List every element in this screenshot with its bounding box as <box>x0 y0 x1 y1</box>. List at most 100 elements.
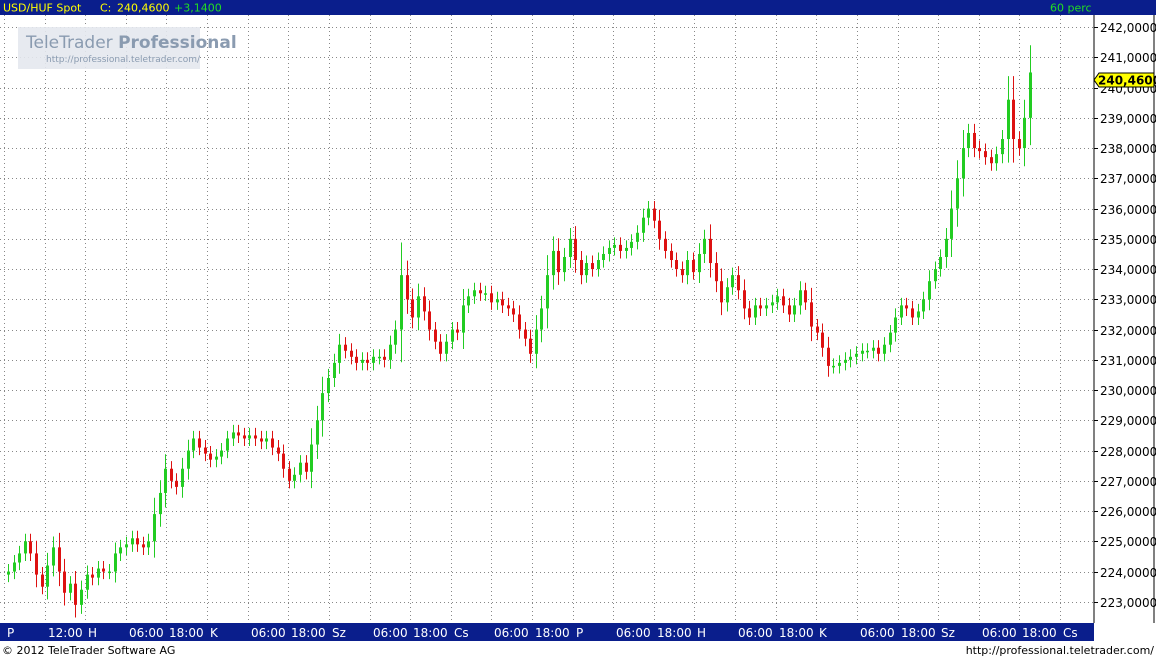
candle-body <box>299 462 302 475</box>
candle-body <box>1012 99 1015 140</box>
candle-body <box>265 438 268 442</box>
candle-body <box>827 347 830 366</box>
candle-body <box>804 290 807 303</box>
candle-body <box>125 544 128 548</box>
candle-body <box>686 260 689 276</box>
y-tick-label: 229,0000 <box>1100 414 1156 428</box>
candle-body <box>922 299 925 312</box>
x-tick-label: 12:00 <box>48 626 83 640</box>
candle-body <box>411 299 414 318</box>
candle-body <box>905 305 908 309</box>
x-tick-label: H <box>88 626 97 640</box>
candle-body <box>293 474 296 481</box>
candle-body <box>737 275 740 291</box>
candle-body <box>754 305 757 318</box>
candle-body <box>540 308 543 330</box>
candle-body <box>467 296 470 306</box>
candle-body <box>990 157 993 164</box>
y-tick-label: 234,0000 <box>1100 263 1156 277</box>
candle-body <box>945 238 948 257</box>
candle-body <box>501 299 504 306</box>
y-axis-area <box>1094 15 1156 623</box>
candle-body <box>518 314 521 330</box>
candle-body <box>24 541 27 554</box>
candle-body <box>726 287 729 303</box>
candle-body <box>484 293 487 295</box>
candle-body <box>18 553 21 563</box>
y-tick-label: 242,0000 <box>1100 21 1156 35</box>
candle-body <box>748 308 751 318</box>
candle-body <box>496 299 499 303</box>
candle-body <box>821 332 824 348</box>
candle-body <box>479 290 482 294</box>
candle-body <box>108 571 111 574</box>
candle-body <box>642 217 645 233</box>
candle-body <box>1007 99 1010 140</box>
candle-body <box>97 568 100 578</box>
candle-body <box>647 208 650 218</box>
y-tick-label: 226,0000 <box>1100 505 1156 519</box>
candle-body <box>973 132 976 149</box>
candle-body <box>788 305 791 315</box>
candle-body <box>793 305 796 315</box>
candle-body <box>220 450 223 457</box>
x-tick-label: 18:00 <box>779 626 814 640</box>
candle-body <box>305 462 308 472</box>
candle-body <box>41 574 44 587</box>
candle-body <box>333 362 336 378</box>
x-tick-label: 06:00 <box>616 626 651 640</box>
candle-body <box>153 514 156 542</box>
x-tick-label: Sz <box>332 626 346 640</box>
candle-body <box>900 305 903 318</box>
candle-body <box>524 329 527 339</box>
y-tick-label: 228,0000 <box>1100 445 1156 459</box>
interval-label: 60 perc <box>1050 2 1092 15</box>
y-tick-label: 233,0000 <box>1100 293 1156 307</box>
candle-body <box>198 438 201 448</box>
candle-body <box>288 468 291 481</box>
candle-body <box>58 547 61 572</box>
watermark-url: http://professional.teletrader.com/ <box>46 55 201 65</box>
candle-body <box>136 538 139 545</box>
y-tick-label: 225,0000 <box>1100 535 1156 549</box>
x-tick-label: 06:00 <box>860 626 895 640</box>
candle-body <box>271 438 274 448</box>
y-tick-label: 231,0000 <box>1100 354 1156 368</box>
candle-body <box>602 253 605 261</box>
candle-body <box>52 547 55 566</box>
x-tick-label: 06:00 <box>129 626 164 640</box>
candle-body <box>855 353 858 357</box>
candle-body <box>462 305 465 333</box>
candle-body <box>378 356 381 359</box>
candle-body <box>215 456 218 460</box>
candle-body <box>597 260 600 270</box>
candle-body <box>569 238 572 257</box>
x-tick-label: 18:00 <box>413 626 448 640</box>
x-tick-label: K <box>819 626 828 640</box>
candle-body <box>658 220 661 239</box>
y-tick-label: 227,0000 <box>1100 475 1156 489</box>
x-tick-label: K <box>210 626 219 640</box>
y-tick-label: 236,0000 <box>1100 203 1156 217</box>
candle-body <box>810 302 813 327</box>
candle-body <box>282 453 285 469</box>
watermark-brand: TeleTrader Professional <box>25 33 237 53</box>
candle-body <box>619 244 622 251</box>
candle-body <box>237 432 240 436</box>
candle-body <box>675 260 678 270</box>
candle-body <box>529 338 532 354</box>
candle-body <box>1001 139 1004 155</box>
candle-body <box>192 438 195 451</box>
usdhuf-chart[interactable]: USD/HUF Spot C: 240,4600 +3,1400 60 perc… <box>0 0 1156 659</box>
x-tick-label: 06:00 <box>738 626 773 640</box>
candle-body <box>715 263 718 282</box>
candle-body <box>321 393 324 421</box>
candle-body <box>428 311 431 330</box>
x-tick-label: Cs <box>454 626 469 640</box>
candle-body <box>889 332 892 345</box>
candle-body <box>445 341 448 354</box>
candle-body <box>372 356 375 363</box>
candle-body <box>872 347 875 351</box>
candle-body <box>591 263 594 270</box>
y-tick-label: 239,0000 <box>1100 112 1156 126</box>
